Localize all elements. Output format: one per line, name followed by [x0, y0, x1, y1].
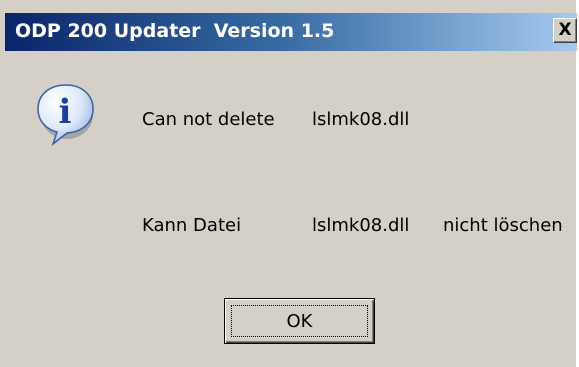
info-icon: i — [33, 81, 99, 147]
message-line1-prefix: Can not delete — [142, 109, 275, 130]
message-line2-suffix: nicht löschen — [443, 215, 563, 236]
message-line1-filename: lslmk08.dll — [312, 109, 410, 130]
close-button[interactable]: X — [553, 18, 577, 43]
ok-button[interactable]: OK — [224, 298, 375, 344]
dialog-window: ODP 200 Updater Version 1.5 X i Can not … — [0, 0, 577, 367]
info-icon-letter: i — [59, 92, 72, 132]
message-line2-filename: lslmk08.dll — [312, 215, 410, 236]
ok-button-label: OK — [286, 310, 313, 332]
title-bar[interactable]: ODP 200 Updater Version 1.5 X — [5, 13, 577, 51]
dialog-title: ODP 200 Updater Version 1.5 — [15, 20, 335, 42]
close-icon: X — [558, 19, 572, 40]
message-line2-prefix: Kann Datei — [142, 215, 242, 236]
